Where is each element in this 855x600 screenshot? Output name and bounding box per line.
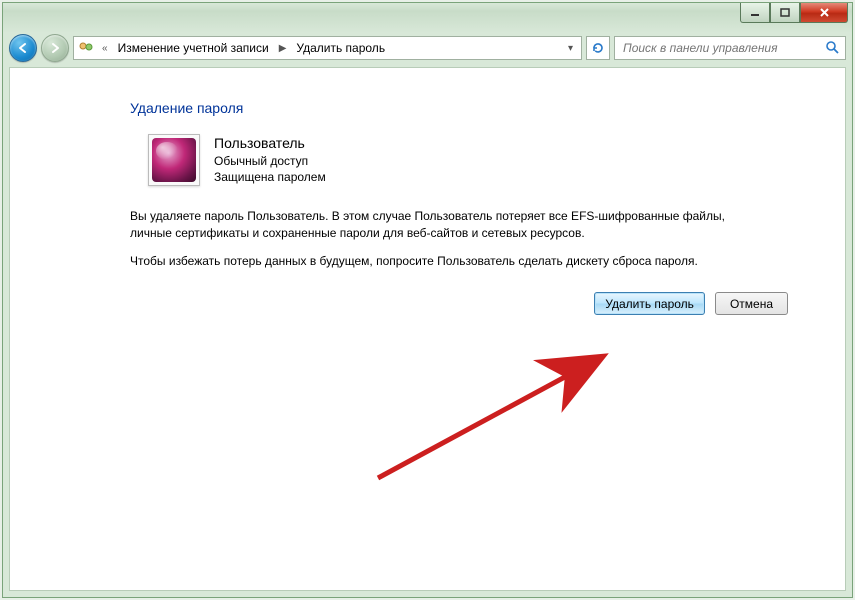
search-icon[interactable] [825, 40, 839, 57]
delete-password-button[interactable]: Удалить пароль [594, 292, 705, 315]
forward-button[interactable] [41, 34, 69, 62]
chevron-right-icon[interactable]: ▶ [277, 43, 289, 54]
maximize-button[interactable] [770, 3, 800, 23]
button-row: Удалить пароль Отмена [130, 292, 790, 315]
avatar-image [152, 138, 196, 182]
user-role: Обычный доступ [214, 153, 326, 169]
breadcrumb-prefix: « [100, 43, 110, 54]
user-accounts-icon [78, 40, 94, 56]
body-text: Вы удаляете пароль Пользователь. В этом … [130, 208, 770, 270]
titlebar [3, 3, 852, 31]
minimize-button[interactable] [740, 3, 770, 23]
user-protection: Защищена паролем [214, 169, 326, 185]
avatar [148, 134, 200, 186]
navigation-bar: « Изменение учетной записи ▶ Удалить пар… [3, 31, 852, 65]
search-input[interactable] [621, 40, 825, 56]
back-button[interactable] [9, 34, 37, 62]
breadcrumb-item-2[interactable]: Удалить пароль [294, 39, 387, 57]
content-area: Удаление пароля Пользователь Обычный дос… [9, 67, 846, 591]
control-panel-window: « Изменение учетной записи ▶ Удалить пар… [2, 2, 853, 598]
caption-buttons [740, 3, 848, 23]
annotation-arrow [370, 346, 630, 486]
address-dropdown-icon[interactable]: ▾ [564, 43, 577, 54]
user-name: Пользователь [214, 134, 326, 153]
breadcrumb-item-1[interactable]: Изменение учетной записи [116, 39, 271, 57]
user-meta: Пользователь Обычный доступ Защищена пар… [214, 134, 326, 185]
warning-text-1: Вы удаляете пароль Пользователь. В этом … [130, 208, 770, 243]
warning-text-2: Чтобы избежать потерь данных в будущем, … [130, 253, 770, 270]
refresh-button[interactable] [586, 36, 610, 60]
close-button[interactable] [800, 3, 848, 23]
address-bar[interactable]: « Изменение учетной записи ▶ Удалить пар… [73, 36, 582, 60]
user-summary: Пользователь Обычный доступ Защищена пар… [130, 134, 797, 186]
page-title: Удаление пароля [130, 100, 797, 116]
cancel-button[interactable]: Отмена [715, 292, 788, 315]
search-box[interactable] [614, 36, 846, 60]
